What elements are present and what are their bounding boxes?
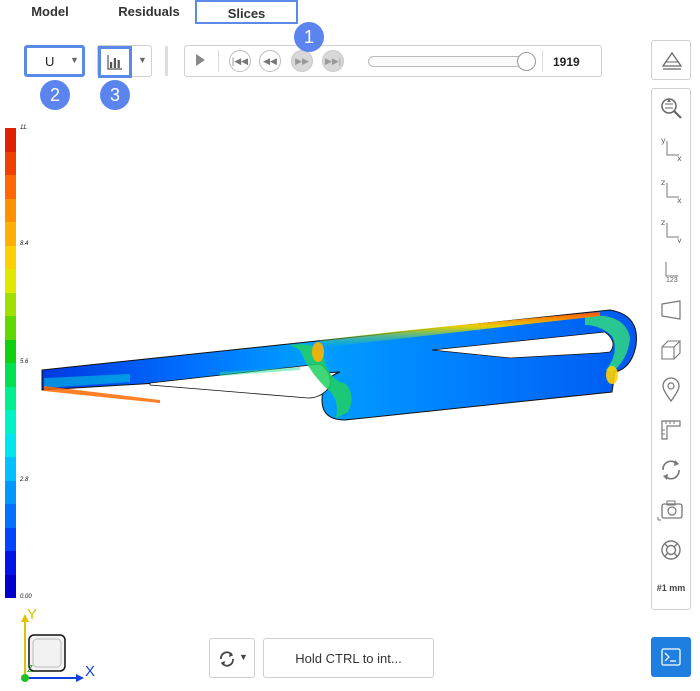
terminal-icon [661, 648, 681, 671]
svg-text:y: y [677, 236, 682, 243]
view-zx-button[interactable]: z x [651, 172, 691, 208]
zoom-fit-icon [659, 96, 683, 120]
cube-icon [659, 338, 683, 362]
skip-start-icon[interactable]: |◀◀ [229, 50, 251, 72]
skip-end-icon[interactable]: ▶▶| [322, 50, 344, 72]
help-button[interactable] [651, 532, 691, 568]
interact-hint-button[interactable]: Hold CTRL to int... [263, 638, 434, 678]
tab-model[interactable]: Model [10, 0, 90, 24]
svg-text:y: y [661, 136, 666, 145]
svg-text:z: z [661, 178, 665, 187]
view-123-button[interactable]: 123 [651, 254, 691, 290]
time-slider-track[interactable] [368, 56, 534, 67]
view-zx-icon: z x [659, 177, 683, 203]
view-123-icon: 123 [658, 258, 684, 286]
perspective-icon [659, 298, 683, 322]
probe-point-button[interactable] [651, 372, 691, 408]
eject-button[interactable] [651, 40, 691, 80]
model-viewport[interactable] [0, 100, 645, 630]
chevron-down-icon: ▼ [70, 55, 79, 65]
rotate-icon [659, 458, 683, 482]
axis-x-label: X [85, 663, 96, 680]
field-select[interactable]: U ▼ [24, 45, 85, 77]
step-counter: 1919 [553, 55, 580, 69]
view-yx-button[interactable]: y x [651, 130, 691, 166]
player-divider [542, 50, 543, 72]
toolbar-divider [165, 46, 168, 76]
axis-z-label: Z [27, 664, 34, 675]
reset-view-icon [218, 650, 236, 673]
interact-hint-label: Hold CTRL to int... [295, 651, 402, 666]
svg-text:x: x [677, 154, 682, 161]
eject-icon [661, 50, 683, 77]
axis-triad: Y X Z [10, 606, 100, 686]
scale-label: #1 mm [656, 583, 686, 593]
chevron-down-icon: ▼ [239, 652, 248, 662]
chart-type-select[interactable]: ▼ [97, 45, 152, 78]
reset-view-button[interactable]: ▼ [209, 638, 255, 678]
player-divider [218, 50, 219, 72]
chevron-down-icon: ▼ [138, 55, 147, 65]
field-select-value: U [45, 54, 55, 69]
axis-123-label: 123 [666, 277, 678, 284]
camera-icon [657, 498, 685, 522]
measure-button[interactable] [651, 412, 691, 448]
perspective-button[interactable] [651, 292, 691, 328]
orthographic-button[interactable] [651, 332, 691, 368]
view-zy-icon: z y [659, 217, 683, 243]
svg-text:x: x [677, 196, 682, 203]
rotate-button[interactable] [651, 452, 691, 488]
play-icon[interactable] [194, 53, 206, 72]
tab-residuals[interactable]: Residuals [105, 0, 193, 24]
lifebuoy-icon [659, 538, 683, 562]
screenshot-button[interactable] [651, 492, 691, 528]
ruler-icon [659, 418, 683, 442]
time-slider-handle[interactable] [517, 52, 536, 71]
bar-chart-icon [107, 54, 123, 75]
view-zy-button[interactable]: z y [651, 212, 691, 248]
step-back-icon[interactable]: ◀◀ [259, 50, 281, 72]
axis-y-label: Y [27, 606, 38, 623]
svg-text:z: z [661, 218, 665, 227]
pin-icon [660, 377, 682, 403]
tab-slices[interactable]: Slices [195, 0, 298, 24]
badge-1: 1 [294, 22, 324, 52]
terminal-button[interactable] [651, 637, 691, 677]
step-forward-icon[interactable]: ▶▶ [291, 50, 313, 72]
zoom-fit-button[interactable] [651, 90, 691, 126]
view-yx-icon: y x [659, 135, 683, 161]
